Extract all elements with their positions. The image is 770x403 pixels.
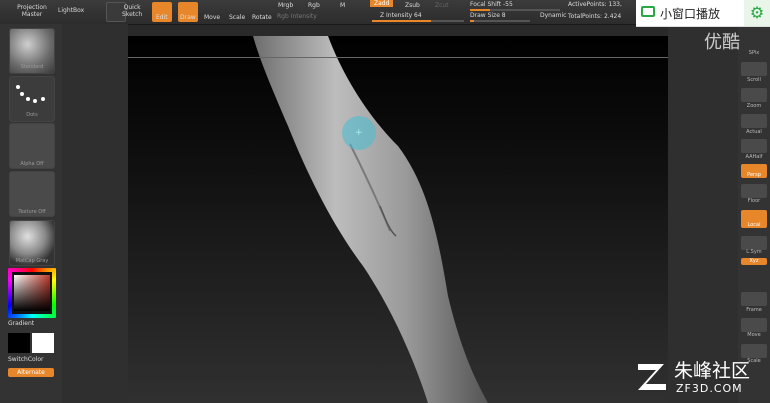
z-intensity-label: Z Intensity 64 [380, 12, 422, 19]
move-button[interactable]: Move [204, 14, 220, 21]
mini-player-label[interactable]: 小窗口播放 [660, 5, 720, 22]
move-shelf-icon[interactable] [741, 318, 767, 332]
spix-button[interactable]: SPix [738, 50, 770, 56]
floor-icon[interactable] [741, 184, 767, 198]
zf-logo-icon [638, 364, 666, 390]
dynamic-button[interactable]: Dynamic [540, 12, 566, 19]
tv-icon [641, 6, 655, 17]
frame-icon[interactable] [741, 292, 767, 306]
total-points-readout: TotalPoints: 2.424 [568, 13, 622, 20]
zf-watermark-url: ZF3D.COM [676, 382, 743, 395]
quick-sketch-label: Quick Sketch [122, 4, 143, 18]
aahalf-label: AAHalf [745, 154, 763, 160]
projection-master-button[interactable]: Projection Master [12, 4, 52, 18]
edit-label: Edit [156, 14, 168, 21]
rgb-button[interactable]: Rgb [308, 2, 320, 9]
scroll-icon[interactable] [741, 62, 767, 76]
canvas-viewport[interactable]: + [128, 36, 668, 403]
canvas-top-line [128, 57, 668, 58]
aahalf-icon[interactable] [741, 139, 767, 153]
zsub-button[interactable]: Zsub [405, 2, 420, 9]
zf3d-watermark: 朱峰社区 ZF3D.COM [634, 356, 764, 398]
draw-size-slider[interactable] [470, 20, 530, 22]
move-shelf-label: Move [747, 332, 761, 338]
zoom-icon[interactable] [741, 88, 767, 102]
secondary-color-swatch[interactable] [32, 333, 54, 353]
m-button[interactable]: M [340, 2, 345, 9]
primary-color-swatch[interactable] [8, 333, 30, 353]
zoom-label: Zoom [746, 103, 762, 109]
crosshair-icon: + [355, 128, 363, 138]
gradient-label: Gradient [8, 320, 35, 327]
focal-shift-label: Focal Shift -55 [470, 1, 513, 8]
texture-label: Texture Off [18, 209, 46, 215]
zadd-button[interactable]: Zadd [370, 0, 394, 7]
lsym-label: L.Sym [746, 249, 762, 255]
alternate-button[interactable]: Alternate [8, 368, 54, 377]
persp-label: Persp [747, 172, 761, 178]
active-points-readout: ActivePoints: 133, [568, 1, 622, 8]
scale-button[interactable]: Scale [229, 14, 245, 21]
scroll-label: Scroll [747, 77, 761, 83]
zf-watermark-text: 朱峰社区 [674, 360, 751, 382]
zcut-button[interactable]: Zcut [435, 2, 449, 9]
color-picker[interactable] [8, 268, 56, 318]
right-shelf: SPix Scroll Zoom Actual AAHalf Persp Flo… [738, 24, 770, 403]
actual-label: Actual [746, 129, 762, 135]
lsym-icon[interactable] [741, 236, 767, 250]
xyz-label: Xyz [749, 258, 759, 264]
mini-player-popup[interactable]: 小窗口播放 ⚙ [636, 0, 770, 27]
youku-watermark: 优酷 [704, 32, 740, 53]
alpha-label: Alpha Off [20, 161, 44, 167]
draw-size-label: Draw Size 8 [470, 12, 506, 19]
actual-icon[interactable] [741, 114, 767, 128]
stroke-label: Dots [26, 112, 38, 118]
gear-icon[interactable]: ⚙ [744, 0, 770, 26]
saturation-square[interactable] [14, 275, 50, 311]
rgb-intensity-label: Rgb Intensity [277, 13, 317, 20]
focal-shift-slider[interactable] [470, 9, 560, 11]
frame-label: Frame [746, 307, 762, 313]
lightbox-button[interactable]: LightBox [58, 7, 84, 14]
material-label: MatCap Gray [15, 258, 49, 264]
left-gutter [62, 24, 128, 403]
local-label: Local [747, 222, 761, 228]
floor-label: Floor [747, 198, 761, 204]
sculpt-model[interactable] [128, 36, 668, 403]
right-gutter [668, 24, 738, 403]
draw-label: Draw [180, 14, 196, 21]
switch-color-button[interactable]: SwitchColor [8, 356, 44, 363]
brush-label: Standard [20, 64, 44, 70]
mrgb-button[interactable]: Mrgb [278, 2, 293, 9]
rotate-button[interactable]: Rotate [252, 14, 272, 21]
z-intensity-slider[interactable] [372, 20, 464, 22]
